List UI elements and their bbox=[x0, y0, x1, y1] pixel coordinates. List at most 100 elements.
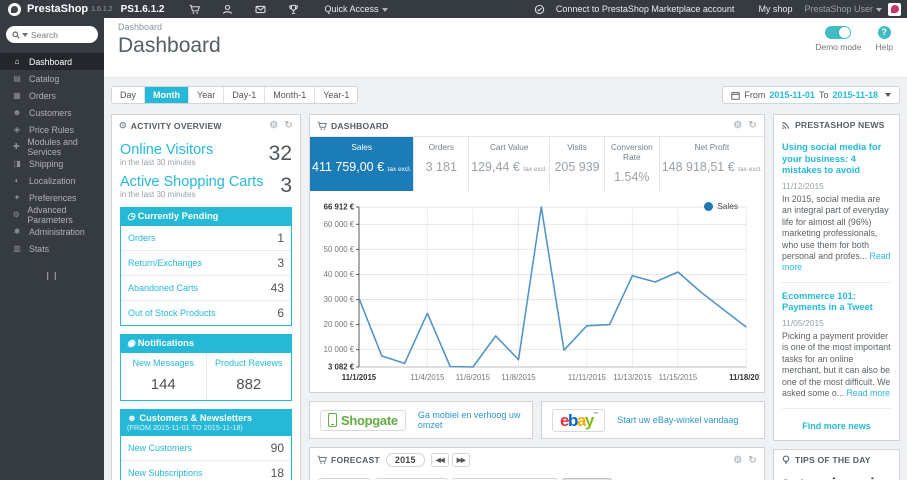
chevron-down-icon bbox=[381, 7, 388, 12]
demo-mode-toggle[interactable] bbox=[825, 26, 852, 39]
lightbulb-icon bbox=[781, 454, 791, 465]
sidebar-item-stats[interactable]: ▥ Stats bbox=[0, 240, 104, 257]
next-year-button[interactable]: ▶▶ bbox=[451, 453, 470, 467]
kpi-net-profit[interactable]: Net Profit 148 918,51 € tax excl. bbox=[660, 137, 764, 191]
sidebar-search[interactable] bbox=[6, 26, 98, 43]
svg-text:66 912 €: 66 912 € bbox=[324, 202, 355, 211]
user-avatar[interactable] bbox=[888, 2, 901, 16]
gear-icon[interactable]: ⚙ bbox=[733, 455, 742, 466]
sidebar-item-catalog[interactable]: ▤ Catalog bbox=[0, 70, 104, 87]
active-carts-link[interactable]: Active Shopping Carts bbox=[120, 174, 292, 190]
new-customers-link[interactable]: New Customers bbox=[128, 443, 192, 453]
sidebar-item-advanced-parameters[interactable]: ⚙ Advanced Parameters bbox=[0, 205, 104, 225]
out-of-stock-link[interactable]: Out of Stock Products bbox=[128, 308, 216, 318]
activity-icon: ⊙ bbox=[119, 120, 127, 130]
cart-icon[interactable] bbox=[189, 4, 201, 15]
brand-name: PrestaShop bbox=[27, 3, 89, 15]
ebay-ad[interactable]: ebay™ Start uw eBay-winkel vandaag bbox=[541, 401, 765, 439]
previous-year-button[interactable]: ◀◀ bbox=[430, 453, 449, 467]
sidebar-item-orders[interactable]: ▦ Orders bbox=[0, 87, 104, 104]
kpi-visits[interactable]: Visits 205 939 bbox=[550, 137, 605, 191]
refresh-icon[interactable]: ↻ bbox=[748, 455, 757, 466]
new-messages-cell: New Messages 144 bbox=[121, 353, 206, 400]
advanced-parameters-icon: ⚙ bbox=[12, 210, 20, 219]
user-menu[interactable]: PrestaShop User bbox=[804, 4, 882, 14]
gear-icon[interactable]: ⚙ bbox=[733, 120, 742, 131]
refresh-icon[interactable]: ↻ bbox=[284, 120, 293, 131]
ebay-link[interactable]: Start uw eBay-winkel vandaag bbox=[617, 415, 738, 425]
read-more-link[interactable]: Read more bbox=[847, 388, 891, 398]
tips-panel-title: TIPS OF THE DAY bbox=[795, 454, 871, 465]
product-reviews-link[interactable]: Product Reviews bbox=[209, 358, 290, 368]
collapse-sidebar-icon[interactable]: ❙❙ bbox=[0, 271, 104, 280]
brand-version: 1.6.1.2 bbox=[91, 5, 113, 13]
new-subscriptions-link[interactable]: New Subscriptions bbox=[128, 468, 203, 478]
quick-access-menu[interactable]: Quick Access bbox=[324, 4, 388, 14]
shopgate-logo: Shopgate bbox=[320, 409, 406, 431]
sidebar-item-administration[interactable]: ✱ Administration bbox=[0, 223, 104, 240]
shopgate-link[interactable]: Ga mobiel en verhoog uw omzet bbox=[418, 410, 522, 430]
svg-text:30 000 €: 30 000 € bbox=[324, 295, 355, 304]
kpi-conversion-rate[interactable]: Conversion Rate 1.54% bbox=[605, 137, 660, 191]
calendar-icon bbox=[731, 91, 741, 100]
stats-icon: ▥ bbox=[13, 244, 21, 253]
sidebar-item-shipping[interactable]: ◨ Shipping bbox=[0, 155, 104, 172]
new-customers-row: New Customers 90 bbox=[128, 441, 284, 455]
customer-icon[interactable] bbox=[222, 4, 233, 15]
dashboard-panel: DASHBOARD ⚙ ↻ Sales 411 759,00 € tax exc… bbox=[309, 114, 765, 393]
news-panel-title: PRESTASHOP NEWS bbox=[795, 120, 885, 130]
dashboard-icon: ⌂ bbox=[14, 57, 20, 66]
my-shop-link[interactable]: My shop bbox=[758, 4, 792, 14]
svg-text:11/13/2015: 11/13/2015 bbox=[613, 373, 652, 382]
ingenico-logo: ingenico Payment services bbox=[809, 476, 892, 480]
news-article-title[interactable]: Using social media for your business: 4 … bbox=[782, 142, 891, 177]
abandoned-carts-link[interactable]: Abandoned Carts bbox=[128, 283, 198, 293]
pending-orders-link[interactable]: Orders bbox=[128, 233, 156, 243]
kpi-row: Sales 411 759,00 € tax excl. Orders 3 18… bbox=[310, 136, 764, 191]
refresh-icon[interactable]: ↻ bbox=[748, 120, 757, 131]
shopgate-ad[interactable]: Shopgate Ga mobiel en verhoog uw omzet bbox=[309, 401, 533, 439]
range-year-1-button[interactable]: Year-1 bbox=[315, 87, 358, 103]
kpi-orders[interactable]: Orders 3 181 bbox=[414, 137, 470, 191]
kpi-sales[interactable]: Sales 411 759,00 € tax excl. bbox=[310, 137, 415, 191]
sidebar-item-dashboard[interactable]: ⌂ Dashboard bbox=[0, 53, 104, 70]
search-input[interactable] bbox=[31, 29, 91, 40]
sidebar-item-customers[interactable]: ☻ Customers bbox=[0, 104, 104, 121]
catalog-icon: ▤ bbox=[13, 74, 21, 83]
range-day-1-button[interactable]: Day-1 bbox=[224, 87, 266, 103]
pending-row-orders: Orders 1 bbox=[128, 231, 284, 245]
svg-text:11/15/2015: 11/15/2015 bbox=[659, 373, 698, 382]
demo-mode-label: Demo mode bbox=[815, 42, 862, 52]
kpi-cart-value[interactable]: Cart Value 129,44 € tax excl. bbox=[469, 137, 551, 191]
date-range-picker[interactable]: From 2015-11-01 To 2015-11-18 bbox=[722, 86, 900, 104]
chart-legend[interactable]: Sales bbox=[704, 201, 738, 211]
svg-text:11/18/201: 11/18/201 bbox=[729, 373, 760, 382]
new-messages-link[interactable]: New Messages bbox=[123, 358, 204, 368]
news-article: Ecommerce 101: Payments in a Tweet 11/05… bbox=[782, 291, 891, 409]
range-month-1-button[interactable]: Month-1 bbox=[265, 87, 316, 103]
help-icon[interactable]: ? bbox=[877, 26, 891, 39]
marketplace-link[interactable]: Connect to PrestaShop Marketplace accoun… bbox=[556, 4, 735, 14]
sidebar-item-preferences[interactable]: ✦ Preferences bbox=[0, 189, 104, 206]
search-icon bbox=[12, 30, 20, 39]
range-day-button[interactable]: Day bbox=[112, 87, 146, 103]
gear-icon[interactable]: ⚙ bbox=[269, 120, 278, 131]
cart-icon bbox=[317, 121, 327, 131]
messages-icon[interactable] bbox=[255, 4, 267, 15]
news-article-title[interactable]: Ecommerce 101: Payments in a Tweet bbox=[782, 291, 891, 314]
legend-dot-icon bbox=[704, 201, 714, 211]
sidebar-item-modules[interactable]: ✚ Modules and Services bbox=[0, 137, 104, 157]
pending-row-out-of-stock: Out of Stock Products 6 bbox=[121, 300, 291, 325]
sidebar-item-localization[interactable]: ◐ Localization bbox=[0, 172, 104, 189]
news-article: Using social media for your business: 4 … bbox=[782, 142, 891, 283]
search-scope-caret-icon[interactable] bbox=[22, 32, 28, 37]
range-year-button[interactable]: Year bbox=[189, 87, 225, 103]
sidebar-item-price-rules[interactable]: ◈ Price Rules bbox=[0, 121, 104, 138]
trophy-icon[interactable] bbox=[288, 4, 299, 15]
range-month-button[interactable]: Month bbox=[145, 87, 190, 103]
find-more-news-link[interactable]: Find more news bbox=[782, 417, 891, 433]
pending-returns-link[interactable]: Return/Exchanges bbox=[128, 258, 202, 268]
online-visitors-link[interactable]: Online Visitors bbox=[120, 142, 292, 158]
chevron-down-icon bbox=[876, 7, 882, 12]
customers-newsletters-header: ☻ Customers & Newsletters (FROM 2015-11-… bbox=[120, 409, 292, 436]
